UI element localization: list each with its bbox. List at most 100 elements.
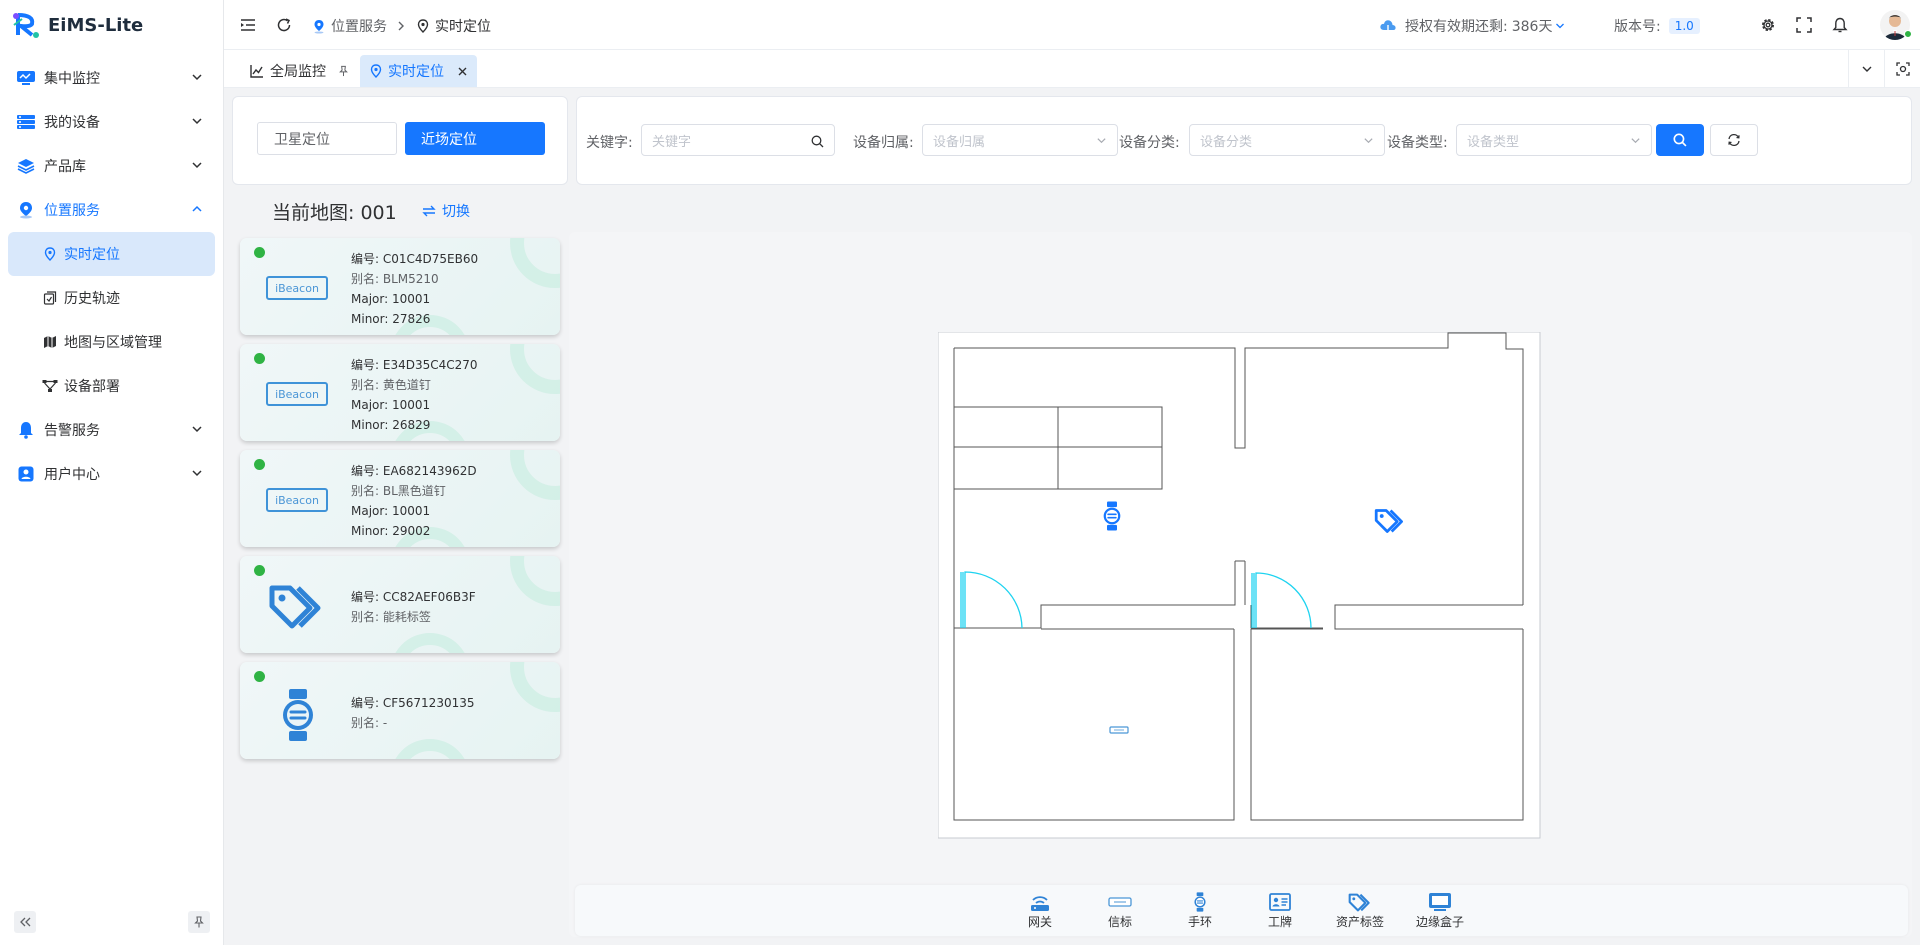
keyword-input[interactable]: 关键字 [641, 124, 835, 156]
device-card[interactable]: iBeacon 编号: E34D35C4C270 别名: 黄色道钉 Major:… [240, 344, 560, 441]
device-id: 编号: CC82AEF06B3F [351, 590, 476, 604]
wristband-marker-icon[interactable] [1102, 500, 1122, 532]
sidebar-item-users[interactable]: 用户中心 [0, 452, 223, 496]
online-status-dot [254, 565, 265, 576]
collapse-sidebar-button[interactable] [14, 911, 36, 933]
sidebar-subitem-realtime[interactable]: 实时定位 [8, 232, 215, 276]
legend-beacon[interactable]: 信标 [1095, 891, 1145, 930]
settings-gear-icon[interactable] [1760, 17, 1776, 33]
refresh-icon[interactable] [276, 17, 292, 33]
category-select[interactable]: 设备分类 [1189, 124, 1385, 156]
search-icon [811, 135, 824, 148]
chevron-down-icon [1364, 138, 1373, 144]
device-legend: 网关 信标 手环 工牌 资产标签 边缘盒子 [575, 885, 1908, 936]
device-id: 编号: E34D35C4C270 [351, 358, 478, 372]
legend-edge-box[interactable]: 边缘盒子 [1415, 891, 1465, 930]
sidebar: EiMS-Lite 集中监控 我的设备 产品库 位置服务 实时定位 历史轨迹 地… [0, 0, 224, 945]
tab-global-monitor[interactable]: 全局监控 [240, 55, 359, 87]
online-status-dot [254, 353, 265, 364]
wristband-icon [283, 689, 313, 741]
device-alias: 别名: BL黑色道钉 [351, 484, 446, 498]
category-placeholder: 设备分类 [1200, 134, 1253, 150]
asset-tag-marker-icon[interactable] [1374, 508, 1406, 534]
sidebar-item-products[interactable]: 产品库 [0, 144, 223, 188]
close-icon[interactable] [458, 67, 467, 76]
device-card[interactable]: iBeacon 编号: C01C4D75EB60 别名: BLM5210 Maj… [240, 238, 560, 335]
category-label: 设备分类: [1119, 135, 1180, 151]
license-label: 授权有效期还剩: [1405, 19, 1508, 35]
device-card[interactable]: iBeacon 编号: EA682143962D 别名: BL黑色道钉 Majo… [240, 450, 560, 547]
edge-box-icon [1429, 893, 1451, 911]
chevron-right-icon [398, 21, 404, 31]
sidebar-item-label: 我的设备 [44, 115, 100, 131]
sidebar-subitem-label: 历史轨迹 [64, 291, 120, 307]
sidebar-item-monitor[interactable]: 集中监控 [0, 56, 223, 100]
sidebar-item-alarm[interactable]: 告警服务 [0, 408, 223, 452]
device-alias: 别名: - [351, 716, 388, 730]
legend-gateway[interactable]: 网关 [1015, 891, 1065, 930]
fullscreen-icon[interactable] [1796, 17, 1812, 33]
chevron-down-icon [192, 470, 202, 477]
search-icon [1673, 133, 1687, 147]
map-icon [42, 334, 58, 350]
owner-select[interactable]: 设备归属 [922, 124, 1118, 156]
chevron-down-icon [1862, 66, 1871, 72]
device-card[interactable]: 编号: CF5671230135 别名: - [240, 662, 560, 759]
device-card[interactable]: 编号: CC82AEF06B3F 别名: 能耗标签 [240, 556, 560, 653]
pin-icon[interactable] [338, 65, 349, 77]
switch-map-button[interactable]: 切换 [422, 201, 470, 221]
chevron-down-icon [192, 118, 202, 125]
ibeacon-icon: iBeacon [266, 488, 328, 512]
online-status-dot [254, 671, 265, 682]
legend-label: 边缘盒子 [1415, 915, 1464, 929]
version-info: 版本号: 1.0 [1614, 16, 1700, 36]
tab-realtime-location[interactable]: 实时定位 [360, 55, 477, 87]
notification-bell-icon[interactable] [1832, 17, 1848, 33]
nearfield-positioning-button[interactable]: 近场定位 [405, 122, 545, 155]
breadcrumb-current: 实时定位 [435, 19, 491, 35]
online-status-dot [254, 459, 265, 470]
top-bar: 位置服务 实时定位 授权有效期还剩: 386天 版本号: 1.0 [224, 0, 1920, 50]
legend-wristband[interactable]: 手环 [1175, 891, 1225, 930]
location-service-icon [16, 200, 36, 220]
logo-icon [13, 13, 39, 38]
chevron-up-icon [192, 205, 202, 212]
sidebar-subitem-maps[interactable]: 地图与区域管理 [0, 320, 223, 364]
sidebar-item-devices[interactable]: 我的设备 [0, 100, 223, 144]
switch-label: 切换 [442, 204, 470, 220]
sidebar-item-location[interactable]: 位置服务 [0, 188, 223, 232]
satellite-positioning-button[interactable]: 卫星定位 [257, 122, 397, 155]
reset-button[interactable] [1710, 124, 1758, 156]
sidebar-subitem-history[interactable]: 历史轨迹 [0, 276, 223, 320]
pin-icon [417, 19, 429, 33]
type-select[interactable]: 设备类型 [1456, 124, 1652, 156]
beacon-icon [1108, 897, 1132, 907]
search-button[interactable] [1656, 124, 1704, 156]
legend-badge[interactable]: 工牌 [1255, 891, 1305, 930]
sidebar-subitem-deploy[interactable]: 设备部署 [0, 364, 223, 408]
chevron-down-icon [192, 426, 202, 433]
license-info[interactable]: 授权有效期还剩: 386天 [1379, 16, 1565, 36]
legend-asset-tag[interactable]: 资产标签 [1335, 891, 1385, 930]
menu-toggle-icon[interactable] [240, 17, 256, 33]
tab-screenshot-button[interactable] [1884, 50, 1920, 88]
beacon-marker-icon[interactable] [1109, 726, 1129, 734]
device-info: 编号: E34D35C4C270 别名: 黄色道钉 Major: 10001 M… [351, 355, 478, 435]
card-decoration [510, 556, 560, 606]
scan-icon [1895, 62, 1910, 76]
tab-dropdown-button[interactable] [1848, 50, 1884, 88]
owner-placeholder: 设备归属 [933, 134, 986, 150]
pin-sidebar-button[interactable] [188, 911, 210, 933]
card-decoration [390, 633, 470, 653]
device-info: 编号: CF5671230135 别名: - [351, 693, 475, 733]
sidebar-subitem-label: 设备部署 [64, 379, 120, 395]
device-info: 编号: EA682143962D 别名: BL黑色道钉 Major: 10001… [351, 461, 477, 541]
legend-label: 手环 [1187, 915, 1212, 929]
app-logo[interactable]: EiMS-Lite [0, 0, 223, 50]
deploy-icon [42, 378, 58, 394]
history-track-icon [42, 290, 58, 306]
swap-icon [422, 205, 436, 217]
device-major: Major: 10001 [351, 292, 431, 306]
breadcrumb-item[interactable]: 位置服务 [331, 16, 387, 36]
device-list-icon [16, 112, 36, 132]
